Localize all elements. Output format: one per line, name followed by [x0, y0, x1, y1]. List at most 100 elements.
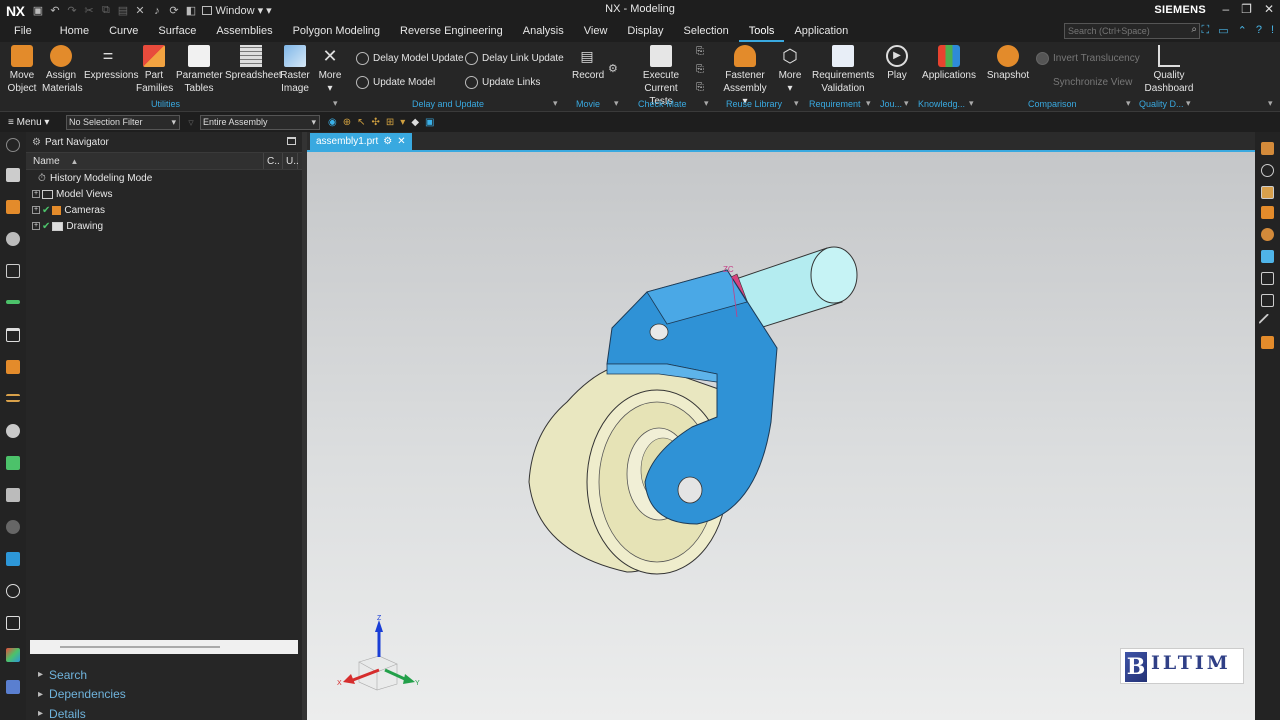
column-current[interactable]: C.. [264, 153, 283, 169]
tree-row-drawing[interactable]: + ✔ Drawing [26, 218, 298, 234]
expand-icon[interactable]: + [32, 206, 40, 214]
tab-curve[interactable]: Curve [99, 21, 148, 42]
alert-icon[interactable]: ! [1271, 24, 1274, 37]
palette-icon[interactable] [6, 552, 20, 566]
history-icon[interactable] [6, 360, 20, 374]
constraint-navigator-icon[interactable] [6, 200, 20, 214]
help-icon[interactable]: ? [1256, 24, 1262, 37]
quality-dashboard-button[interactable]: Quality Dashboard [1140, 45, 1198, 95]
model-view[interactable]: ZC Z X Y [307, 152, 1255, 720]
ribbon-options-icon[interactable]: ▾ [1268, 98, 1273, 109]
copy-icon[interactable]: ⧉ [98, 4, 113, 17]
shaded-view-icon[interactable] [1261, 142, 1274, 155]
snap-point-icon[interactable]: ◆ [411, 117, 419, 128]
delete-icon[interactable]: ✕ [132, 4, 147, 17]
add-component-icon[interactable] [1261, 336, 1274, 349]
group-comparison-expand-icon[interactable]: ▾ [1126, 98, 1131, 109]
paste-icon[interactable]: ▤ [115, 4, 130, 17]
menu-button[interactable]: ≡ Menu ▾ [0, 117, 66, 128]
group-utilities-expand-icon[interactable]: ▾ [333, 98, 338, 109]
tab-application[interactable]: Application [784, 21, 858, 42]
search-icon[interactable]: ⌕ [1191, 24, 1197, 35]
system-materials-icon[interactable] [6, 488, 20, 502]
record-button[interactable]: ▤ Record [572, 45, 604, 82]
tab-display[interactable]: Display [617, 21, 673, 42]
invert-translucency-button[interactable]: Invert Translucency [1036, 52, 1140, 65]
touch-mode-icon[interactable]: ◧ [183, 4, 198, 17]
roles-icon[interactable] [6, 456, 20, 470]
check-mate-tool-icon[interactable]: ⎘ [696, 46, 704, 57]
move-object-button[interactable]: Move Object [6, 45, 38, 95]
group-movie-expand-icon[interactable]: ▾ [614, 98, 619, 109]
snap-point-icon[interactable]: ⊞ [386, 117, 394, 128]
redo-icon[interactable]: ↷ [64, 4, 79, 17]
measure-icon[interactable] [1258, 313, 1277, 332]
tree-row-model-views[interactable]: + Model Views [26, 186, 298, 202]
select-icon[interactable]: ◉ [328, 117, 337, 128]
system-scenes-icon[interactable] [6, 520, 20, 534]
part-families-button[interactable]: Part Families [136, 45, 173, 95]
weld-icon[interactable] [6, 680, 20, 694]
filter-icon[interactable]: ▿ [186, 116, 196, 129]
lighting-icon[interactable] [1261, 250, 1274, 263]
layer-icon[interactable] [1261, 272, 1274, 285]
update-links-button[interactable]: Update Links [465, 76, 540, 89]
minimize-icon[interactable]: – [1222, 2, 1229, 16]
settings-icon[interactable]: ⚙ [32, 137, 41, 148]
movie-settings-icon[interactable]: ⚙ [608, 62, 618, 75]
applications-button[interactable]: Applications [922, 45, 976, 82]
selection-scope-select[interactable]: Entire Assembly [200, 114, 320, 130]
snap-point-icon[interactable]: ✣ [372, 117, 380, 128]
tab-reverse-engineering[interactable]: Reverse Engineering [390, 21, 513, 42]
settings-icon[interactable] [6, 138, 20, 152]
checkmark-icon[interactable]: ✔ [42, 221, 50, 232]
tab-tools[interactable]: Tools [738, 21, 785, 42]
restore-icon[interactable]: ❐ [1241, 2, 1252, 16]
visibility-icon[interactable] [1261, 164, 1274, 177]
delay-link-update-button[interactable]: Delay Link Update [465, 52, 564, 65]
column-name[interactable]: Name ▲ [26, 153, 264, 169]
tab-file[interactable]: File [0, 21, 50, 42]
check-mate-tool-icon[interactable]: ⎘ [696, 64, 704, 75]
tab-surface[interactable]: Surface [148, 21, 206, 42]
collapse-ribbon-icon[interactable]: ⌃ [1238, 24, 1247, 37]
customize-qat-icon[interactable]: ▾ [266, 4, 272, 17]
display-settings-icon[interactable] [1261, 294, 1274, 307]
column-up-to-date[interactable]: U.. [283, 153, 299, 169]
expand-icon[interactable]: + [32, 190, 40, 198]
repeat-command-icon[interactable]: ⟳ [166, 4, 181, 17]
reuse-library-icon[interactable] [6, 264, 20, 278]
parameter-tables-button[interactable]: Parameter Tables [176, 45, 223, 95]
web-browser-icon[interactable] [6, 328, 20, 342]
command-search-input[interactable] [1064, 23, 1200, 39]
hd3d-tools-icon[interactable] [6, 300, 20, 304]
section-search[interactable]: Search [26, 665, 302, 685]
group-requirement-expand-icon[interactable]: ▾ [866, 98, 871, 109]
play-journal-button[interactable]: ▶ Play [884, 45, 910, 82]
undo-icon[interactable]: ↶ [47, 4, 62, 17]
graphics-window[interactable]: ZC Z X Y B ILTIM [307, 152, 1255, 720]
color-icon[interactable] [6, 648, 20, 662]
nx-logo[interactable]: NX [0, 3, 30, 19]
close-icon[interactable]: ✕ [397, 133, 405, 151]
tab-polygon-modeling[interactable]: Polygon Modeling [283, 21, 390, 42]
close-icon[interactable]: ✕ [1264, 2, 1274, 16]
group-delay-expand-icon[interactable]: ▾ [553, 98, 558, 109]
expand-icon[interactable]: + [32, 222, 40, 230]
group-reuse-expand-icon[interactable]: ▾ [794, 98, 799, 109]
expressions-button[interactable]: = Expressions [84, 45, 138, 82]
document-tab[interactable]: assembly1.prt ⚙ ✕ [310, 133, 412, 151]
delay-model-update-button[interactable]: Delay Model Update [356, 52, 464, 65]
assembly-navigator-icon[interactable] [6, 168, 20, 182]
tab-view[interactable]: View [574, 21, 618, 42]
tab-home[interactable]: Home [50, 21, 99, 42]
more-utilities-button[interactable]: ✕ More ▾ [314, 45, 346, 95]
view-section-icon[interactable] [1261, 186, 1274, 199]
raster-image-button[interactable]: Raster Image [279, 45, 311, 95]
group-check-mate-expand-icon[interactable]: ▾ [704, 98, 709, 109]
section-details[interactable]: Details [26, 704, 302, 720]
clock-icon[interactable] [6, 584, 20, 598]
snapshot-button[interactable]: Snapshot [986, 45, 1030, 82]
tab-selection[interactable]: Selection [673, 21, 738, 42]
manufacturing-wizards-icon[interactable] [6, 424, 20, 438]
